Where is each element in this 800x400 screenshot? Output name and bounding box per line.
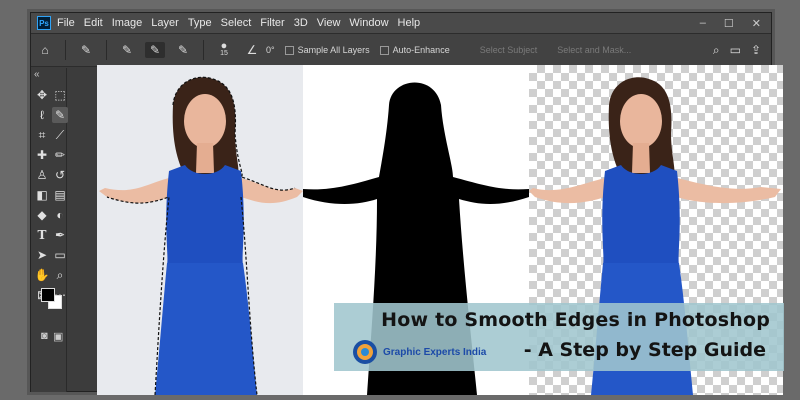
photoshop-window: Ps File Edit Image Layer Type Select Fil… — [30, 12, 784, 395]
menu-type[interactable]: Type — [188, 17, 212, 29]
foreground-color-swatch[interactable] — [41, 288, 55, 302]
healing-icon[interactable]: ✚ — [34, 147, 50, 163]
screen-mode-icon[interactable]: ▣ — [53, 330, 63, 343]
brush-size-icon[interactable]: ● 15 — [214, 41, 234, 58]
title-banner: How to Smooth Edges in Photoshop Graphic… — [334, 303, 784, 371]
photoshop-logo-icon: Ps — [37, 16, 51, 30]
new-selection-icon[interactable]: ✎ — [117, 42, 137, 58]
brush-size-value: 15 — [220, 50, 228, 57]
menu-view[interactable]: View — [317, 17, 341, 29]
crop-icon[interactable]: ⌗ — [34, 127, 50, 143]
pen-icon[interactable]: ✒ — [52, 227, 68, 243]
menu-help[interactable]: Help — [398, 17, 421, 29]
menu-filter[interactable]: Filter — [260, 17, 284, 29]
lasso-icon[interactable]: ℓ — [34, 107, 50, 123]
tool-grid: ✥ ⬚ ℓ ✎ ⌗ ⟋ ✚ ✏ ♙ ↺ ◧ ▤ ◆ ◐ T ✒ ➤ ▭ ✋ ⌕ … — [31, 81, 68, 303]
menu-file[interactable]: File — [57, 17, 75, 29]
divider — [106, 40, 107, 60]
select-subject-button[interactable]: Select Subject — [480, 45, 538, 55]
menu-select[interactable]: Select — [221, 17, 252, 29]
menu-image[interactable]: Image — [112, 17, 143, 29]
path-selection-icon[interactable]: ➤ — [34, 247, 50, 263]
close-icon[interactable]: ✕ — [752, 17, 761, 30]
quick-selection-preset-icon[interactable]: ✎ — [76, 42, 96, 58]
gradient-icon[interactable]: ▤ — [52, 187, 68, 203]
original-photo-panel — [97, 65, 303, 395]
eraser-icon[interactable]: ◧ — [34, 187, 50, 203]
workspace-icon[interactable]: ▭ — [730, 43, 741, 58]
options-bar-right: ⌕ ▭ ⇪ — [713, 43, 761, 58]
auto-enhance-label: Auto-Enhance — [392, 44, 450, 55]
quick-mask-icon[interactable]: ◙ — [41, 330, 48, 342]
zoom-icon[interactable]: ⌕ — [52, 267, 68, 283]
add-to-selection-icon[interactable]: ✎ — [145, 42, 165, 58]
history-brush-icon[interactable]: ↺ — [52, 167, 68, 183]
graphic-experts-india-logo-icon — [353, 340, 377, 364]
toolbox-collapse-icon[interactable]: « — [31, 68, 66, 81]
window-controls: – ☐ ✕ — [700, 17, 761, 30]
angle-icon[interactable]: ∠ — [242, 42, 262, 58]
sample-all-layers-label: Sample All Layers — [297, 44, 370, 55]
divider — [203, 40, 204, 60]
brand-logo-group: Graphic Experts India — [352, 339, 486, 365]
color-swatches[interactable] — [41, 288, 63, 310]
dodge-icon[interactable]: ◐ — [52, 207, 68, 223]
menu-3d[interactable]: 3D — [294, 17, 308, 29]
eyedropper-icon[interactable]: ⟋ — [52, 127, 68, 143]
quick-selection-icon[interactable]: ✎ — [52, 107, 68, 123]
home-icon[interactable]: ⌂ — [35, 42, 55, 58]
angle-field[interactable]: 0° — [266, 45, 275, 55]
brand-name: Graphic Experts India — [383, 346, 487, 358]
sample-all-layers-checkbox[interactable]: Sample All Layers — [284, 44, 370, 56]
menu-layer[interactable]: Layer — [151, 17, 179, 29]
type-icon[interactable]: T — [34, 227, 50, 243]
menu-edit[interactable]: Edit — [84, 17, 103, 29]
stamp-icon[interactable]: ♙ — [34, 167, 50, 183]
checkbox-icon — [379, 46, 389, 56]
hand-icon[interactable]: ✋ — [34, 267, 50, 283]
brush-icon[interactable]: ✏ — [52, 147, 68, 163]
banner-title-line1: How to Smooth Edges in Photoshop — [381, 309, 770, 331]
banner-title-line2: - A Step by Step Guide — [523, 339, 766, 361]
marquee-icon[interactable]: ⬚ — [52, 87, 68, 103]
divider — [65, 40, 66, 60]
woman-selection-image — [99, 76, 303, 395]
auto-enhance-checkbox[interactable]: Auto-Enhance — [379, 44, 450, 56]
options-bar: ⌂ ✎ ✎ ✎ ✎ ● 15 ∠ 0° Sample All Layers Au… — [31, 33, 771, 67]
share-icon[interactable]: ⇪ — [751, 43, 761, 58]
search-icon[interactable]: ⌕ — [713, 43, 720, 58]
subtract-from-selection-icon[interactable]: ✎ — [173, 42, 193, 58]
blur-icon[interactable]: ◆ — [34, 207, 50, 223]
minimize-icon[interactable]: – — [700, 17, 706, 30]
shape-icon[interactable]: ▭ — [52, 247, 68, 263]
maximize-icon[interactable]: ☐ — [724, 17, 734, 30]
toolbox: « ✥ ⬚ ℓ ✎ ⌗ ⟋ ✚ ✏ ♙ ↺ ◧ ▤ ◆ ◐ T ✒ ➤ ▭ ✋ … — [31, 68, 68, 392]
menu-window[interactable]: Window — [349, 17, 388, 29]
move-icon[interactable]: ✥ — [34, 87, 50, 103]
checkbox-icon — [284, 46, 294, 56]
select-and-mask-button[interactable]: Select and Mask... — [557, 45, 631, 55]
menu-bar: Ps File Edit Image Layer Type Select Fil… — [31, 13, 771, 33]
